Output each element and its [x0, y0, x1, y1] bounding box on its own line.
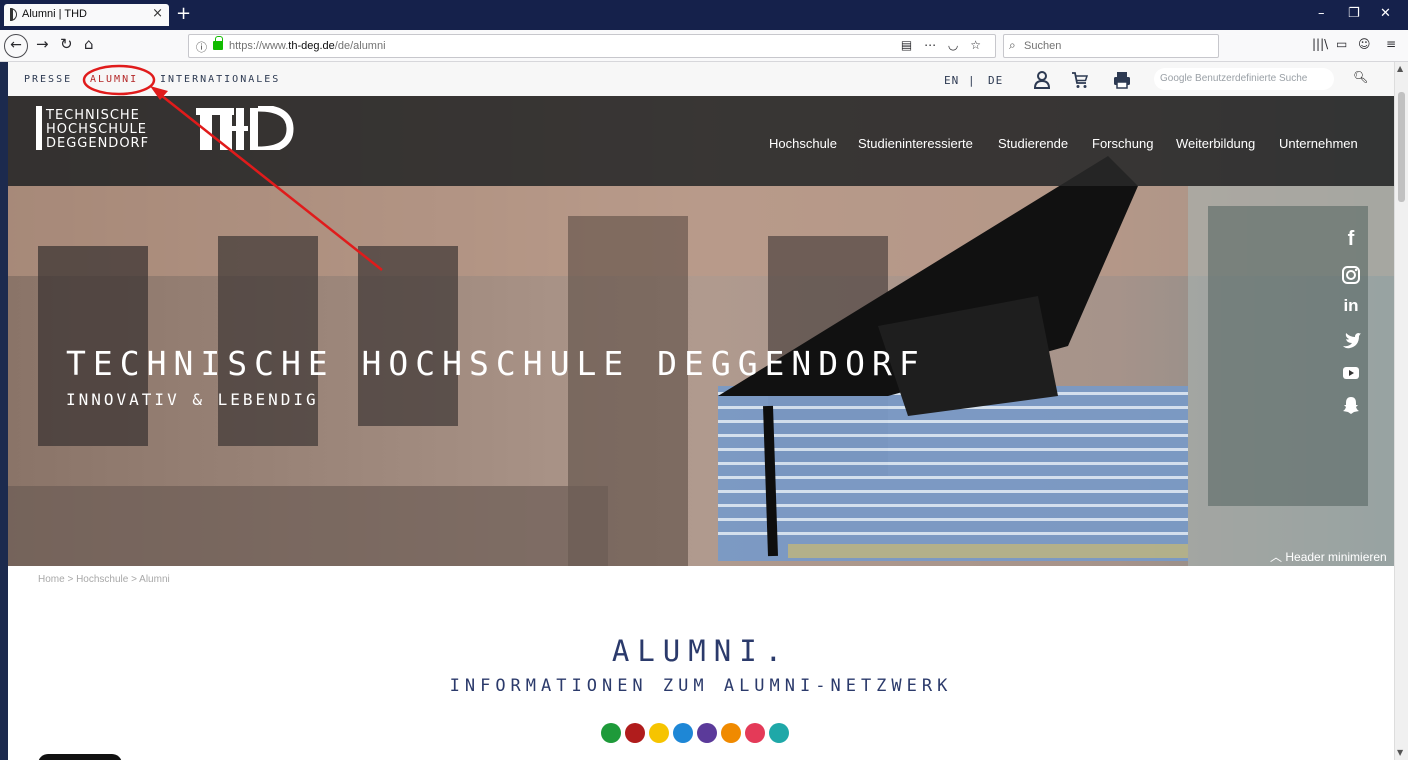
color-dot — [649, 723, 669, 743]
tab-close-icon[interactable]: × — [152, 6, 163, 21]
google-search-placeholder: Google Benutzerdefinierte Suche — [1160, 73, 1308, 84]
hero-subtitle: Innovativ & Lebendig — [66, 390, 319, 409]
utility-link-alumni[interactable]: Alumni — [90, 74, 138, 85]
main-nav-studieninteressierte[interactable]: Studieninteressierte — [858, 136, 973, 151]
tab-title: Alumni | THD — [22, 8, 88, 20]
browser-navbar: ← → ↻ ⌂ ⓘ https://www.th-deg.de/de/alumn… — [0, 30, 1408, 62]
main-nav-forschung[interactable]: Forschung — [1092, 136, 1153, 151]
url-bar[interactable]: ⓘ https://www.th-deg.de/de/alumni ▤ ⋯ ◡ … — [188, 34, 996, 58]
thd-favicon-icon — [10, 8, 17, 21]
library-icon[interactable]: |||\ — [1312, 37, 1328, 51]
browser-search-placeholder: Suchen — [1024, 40, 1062, 52]
web-page: Presse Alumni Internationales EN | DE — [8, 62, 1394, 760]
hero-banner: TECHNISCHE HOCHSCHULE DEGGENDORF Hochsch… — [8, 96, 1394, 566]
home-icon[interactable]: ⌂ — [84, 35, 94, 53]
color-dot — [721, 723, 741, 743]
logo-line-3: DEGGENDORF — [46, 136, 149, 150]
color-dot — [769, 723, 789, 743]
lang-separator: | — [968, 74, 976, 87]
screenshot-root: Alumni | THD × + – ❐ ✕ ← → ↻ ⌂ ⓘ https:/… — [0, 0, 1408, 760]
snapchat-icon[interactable] — [1338, 392, 1364, 418]
utility-link-presse[interactable]: Presse — [24, 74, 72, 85]
logo-line-1: TECHNISCHE — [45, 108, 140, 123]
browser-titlebar: Alumni | THD × + – ❐ ✕ — [0, 0, 1408, 30]
page-subtitle: Informationen zum Alumni-Netzwerk — [449, 676, 953, 696]
utility-link-internationales[interactable]: Internationales — [160, 74, 280, 85]
main-nav-hochschule[interactable]: Hochschule — [769, 136, 837, 151]
browser-tab[interactable]: Alumni | THD × — [4, 4, 169, 26]
thd-logo[interactable]: TECHNISCHE HOCHSCHULE DEGGENDORF — [36, 106, 296, 150]
google-search-input[interactable]: Google Benutzerdefinierte Suche — [1154, 68, 1334, 90]
instagram-icon[interactable] — [1338, 262, 1364, 288]
browser-search-box[interactable]: ⌕ Suchen — [1003, 34, 1219, 58]
print-icon[interactable] — [1112, 70, 1132, 90]
bottom-button[interactable] — [38, 754, 122, 760]
lock-icon — [213, 36, 223, 50]
page-scrollbar[interactable]: ▲ ▼ — [1394, 62, 1408, 760]
scroll-down-icon[interactable]: ▼ — [1397, 748, 1403, 757]
linkedin-icon[interactable]: in — [1338, 296, 1364, 322]
main-nav-unternehmen[interactable]: Unternehmen — [1279, 136, 1358, 151]
thd-logo-mark — [196, 106, 294, 150]
sidebar-icon[interactable]: ▭ — [1336, 37, 1347, 51]
new-tab-icon[interactable]: + — [176, 3, 191, 24]
color-dot — [673, 723, 693, 743]
url-text: https://www.th-deg.de/de/alumni — [229, 40, 386, 52]
twitter-icon[interactable] — [1338, 328, 1364, 354]
scroll-thumb[interactable] — [1398, 92, 1405, 202]
forward-icon[interactable]: → — [36, 35, 49, 53]
url-actions: ▤ ⋯ ◡ ☆ — [901, 38, 985, 52]
magnifier-icon: ⌕ — [1009, 38, 1016, 52]
color-dot — [601, 723, 621, 743]
main-nav-weiterbildung[interactable]: Weiterbildung — [1176, 136, 1255, 151]
back-icon[interactable]: ← — [4, 34, 28, 58]
cart-icon[interactable] — [1070, 70, 1090, 90]
minimize-icon[interactable]: – — [1318, 6, 1325, 21]
page-actions-icon[interactable]: ⋯ — [924, 38, 940, 52]
user-icon[interactable] — [1032, 70, 1052, 90]
scroll-up-icon[interactable]: ▲ — [1397, 64, 1403, 73]
account-icon[interactable]: ☺ — [1358, 37, 1371, 51]
pocket-icon[interactable]: ◡ — [948, 38, 962, 52]
lang-de-link[interactable]: DE — [988, 74, 1003, 87]
main-nav-studierende[interactable]: Studierende — [998, 136, 1068, 151]
page-info-icon[interactable]: ⓘ — [196, 39, 207, 55]
color-dot — [697, 723, 717, 743]
restore-icon[interactable]: ❐ — [1348, 6, 1360, 21]
logo-line-2: HOCHSCHULE — [46, 122, 147, 137]
bookmark-star-icon[interactable]: ☆ — [970, 38, 985, 52]
header-minimize-button[interactable]: ︿ Header minimieren — [1270, 548, 1387, 565]
page-title: Alumni. — [611, 634, 791, 668]
utility-bar: Presse Alumni Internationales EN | DE — [8, 62, 1394, 96]
breadcrumb[interactable]: Home > Hochschule > Alumni — [38, 574, 170, 585]
hero-title: Technische Hochschule Deggendorf — [66, 344, 926, 383]
window-frame — [0, 62, 8, 760]
menu-icon[interactable]: ≡ — [1386, 37, 1396, 51]
close-window-icon[interactable]: ✕ — [1380, 6, 1391, 21]
youtube-icon[interactable] — [1338, 360, 1364, 386]
search-icon[interactable]: 🔍︎ — [1353, 70, 1368, 84]
reader-view-icon[interactable]: ▤ — [901, 38, 916, 52]
chevron-up-icon: ︿ — [1270, 550, 1283, 564]
reload-icon[interactable]: ↻ — [60, 35, 73, 53]
color-dot — [625, 723, 645, 743]
facebook-icon[interactable]: f — [1338, 228, 1364, 254]
color-dot — [745, 723, 765, 743]
lang-en-link[interactable]: EN — [944, 74, 959, 87]
